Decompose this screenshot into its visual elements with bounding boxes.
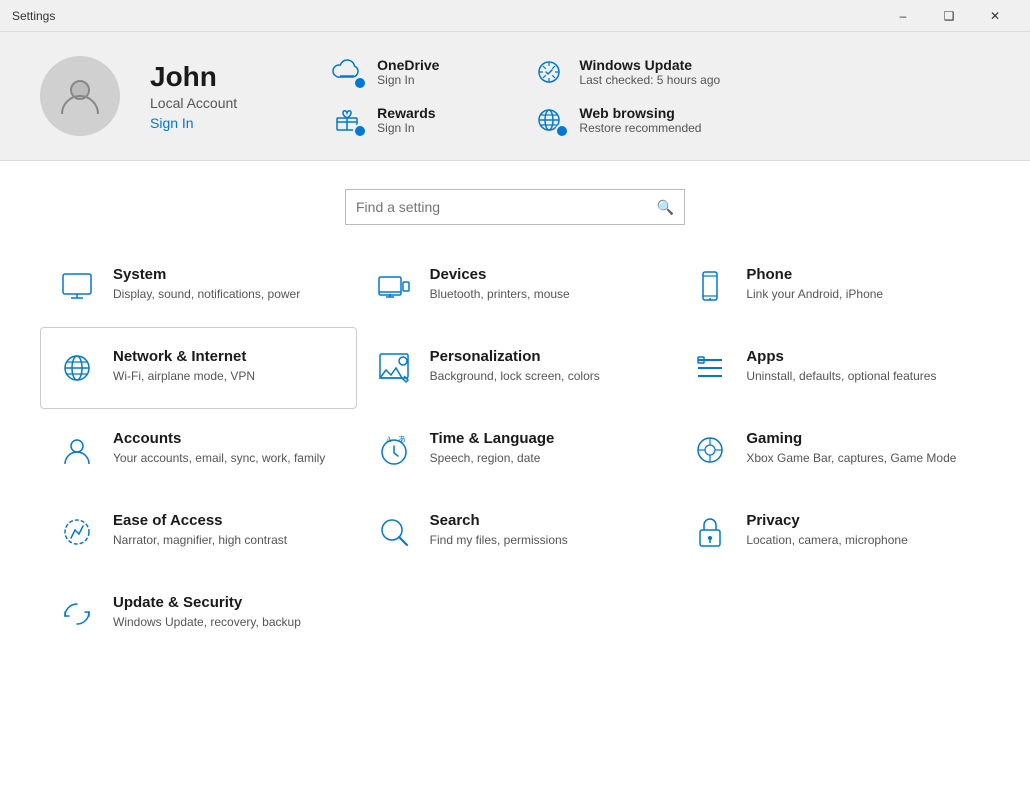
windows-update-text: Windows Update Last checked: 5 hours ago [579,57,720,87]
time-title: Time & Language [430,430,555,447]
titlebar: Settings – ❑ ✕ [0,0,1030,32]
personalization-title: Personalization [430,348,600,365]
web-browsing-icon-wrap [529,100,569,140]
phone-desc: Link your Android, iPhone [746,286,883,303]
devices-title: Devices [430,266,570,283]
setting-phone[interactable]: Phone Link your Android, iPhone [673,245,990,327]
accounts-title: Accounts [113,430,325,447]
setting-gaming[interactable]: Gaming Xbox Game Bar, captures, Game Mod… [673,409,990,491]
user-signin-link[interactable]: Sign In [150,115,237,131]
restore-button[interactable]: ❑ [926,0,972,32]
web-browsing-service[interactable]: Web browsing Restore recommended [529,100,720,140]
apps-icon [690,348,730,388]
update-title: Update & Security [113,594,301,611]
time-icon: A あ [374,430,414,470]
onedrive-text: OneDrive Sign In [377,57,439,87]
setting-time[interactable]: A あ Time & Language Speech, region, date [357,409,674,491]
onedrive-dot [353,76,367,90]
minimize-button[interactable]: – [880,0,926,32]
phone-icon [690,266,730,306]
ease-title: Ease of Access [113,512,287,529]
phone-title: Phone [746,266,883,283]
setting-network[interactable]: Network & Internet Wi-Fi, airplane mode,… [40,327,357,409]
setting-ease[interactable]: Ease of Access Narrator, magnifier, high… [40,491,357,573]
gaming-desc: Xbox Game Bar, captures, Game Mode [746,450,956,467]
setting-system[interactable]: System Display, sound, notifications, po… [40,245,357,327]
privacy-desc: Location, camera, microphone [746,532,907,549]
system-icon [57,266,97,306]
time-desc: Speech, region, date [430,450,555,467]
update-desc: Windows Update, recovery, backup [113,614,301,631]
rewards-dot [353,124,367,138]
devices-icon [374,266,414,306]
network-title: Network & Internet [113,348,255,365]
search-area: 🔍 [0,161,1030,245]
network-icon [57,348,97,388]
rewards-text: Rewards Sign In [377,105,435,135]
onedrive-icon-wrap [327,52,367,92]
setting-personalization[interactable]: Personalization Background, lock screen,… [357,327,674,409]
web-browsing-text: Web browsing Restore recommended [579,105,701,135]
setting-accounts[interactable]: Accounts Your accounts, email, sync, wor… [40,409,357,491]
apps-desc: Uninstall, defaults, optional features [746,368,936,385]
user-name: John [150,61,237,93]
app-title: Settings [12,9,880,23]
search-icon: 🔍 [657,199,674,216]
search-desc: Find my files, permissions [430,532,568,549]
avatar [40,56,120,136]
system-title: System [113,266,300,283]
ease-icon [57,512,97,552]
search-box: 🔍 [345,189,685,225]
settings-grid: System Display, sound, notifications, po… [0,245,1030,655]
system-desc: Display, sound, notifications, power [113,286,300,303]
accounts-desc: Your accounts, email, sync, work, family [113,450,325,467]
setting-search[interactable]: Search Find my files, permissions [357,491,674,573]
onedrive-service[interactable]: OneDrive Sign In [327,52,439,92]
svg-text:あ: あ [398,435,406,444]
search-title: Search [430,512,568,529]
setting-devices[interactable]: Devices Bluetooth, printers, mouse [357,245,674,327]
setting-privacy[interactable]: Privacy Location, camera, microphone [673,491,990,573]
windows-update-icon-wrap [529,52,569,92]
window-controls: – ❑ ✕ [880,0,1018,32]
gaming-icon [690,430,730,470]
setting-apps[interactable]: Apps Uninstall, defaults, optional featu… [673,327,990,409]
network-desc: Wi-Fi, airplane mode, VPN [113,368,255,385]
search-icon [374,512,414,552]
update-icon [57,594,97,634]
user-type: Local Account [150,95,237,111]
accounts-icon [57,430,97,470]
gaming-title: Gaming [746,430,956,447]
rewards-icon-wrap [327,100,367,140]
privacy-title: Privacy [746,512,907,529]
privacy-icon [690,512,730,552]
search-input[interactable] [356,199,657,215]
rewards-service[interactable]: Rewards Sign In [327,100,439,140]
close-button[interactable]: ✕ [972,0,1018,32]
profile-header: John Local Account Sign In OneDrive Sign… [0,32,1030,161]
services-right: Windows Update Last checked: 5 hours ago… [529,52,720,140]
personalization-desc: Background, lock screen, colors [430,368,600,385]
svg-text:A: A [386,435,392,444]
setting-update[interactable]: Update & Security Windows Update, recove… [40,573,357,655]
services-left: OneDrive Sign In Rewards Sign In [327,52,439,140]
ease-desc: Narrator, magnifier, high contrast [113,532,287,549]
personalization-icon [374,348,414,388]
windows-update-service[interactable]: Windows Update Last checked: 5 hours ago [529,52,720,92]
web-browsing-dot [555,124,569,138]
apps-title: Apps [746,348,936,365]
user-info: John Local Account Sign In [150,61,237,131]
devices-desc: Bluetooth, printers, mouse [430,286,570,303]
